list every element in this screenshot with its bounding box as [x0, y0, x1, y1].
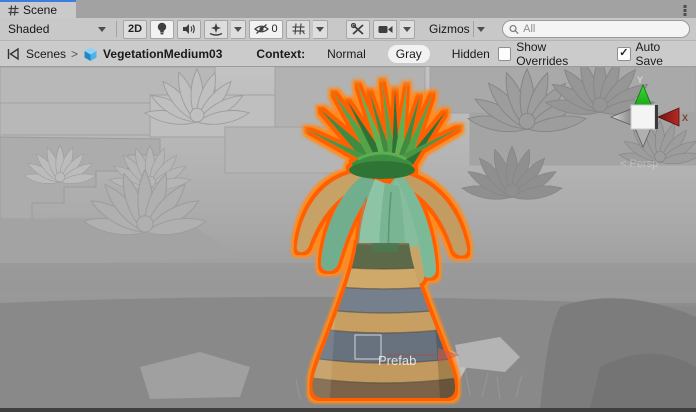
- gizmos-label: Gizmos: [429, 22, 470, 36]
- grid-icon: [292, 23, 305, 35]
- effects-dropdown-button[interactable]: [231, 20, 246, 39]
- scene-panel: Scene Shaded 2D: [0, 0, 696, 412]
- draw-mode-label: Shaded: [8, 22, 49, 36]
- chevron-down-icon: [477, 27, 485, 32]
- breadcrumb-current[interactable]: VegetationMedium03: [103, 47, 222, 61]
- breadcrumb: Scenes > VegetationMedium03: [6, 46, 222, 62]
- show-overrides-toggle[interactable]: Show Overrides: [498, 40, 597, 68]
- hidden-objects-button[interactable]: 0: [249, 20, 283, 39]
- lightbulb-icon: [156, 22, 168, 36]
- context-option-hidden[interactable]: Hidden: [444, 45, 498, 63]
- tab-scene-label: Scene: [23, 3, 57, 17]
- draw-mode-dropdown[interactable]: Shaded: [6, 22, 110, 36]
- gizmo-y-label[interactable]: Y: [637, 75, 643, 85]
- camera-icon: [378, 24, 393, 35]
- hidden-objects-count: 0: [271, 23, 277, 35]
- audio-toggle-button[interactable]: [177, 20, 201, 39]
- tools-icon: [351, 23, 365, 36]
- 2d-toggle-button[interactable]: 2D: [123, 20, 147, 39]
- 2d-toggle-label: 2D: [128, 23, 142, 35]
- lighting-toggle-button[interactable]: [150, 20, 174, 39]
- scene-toolbar: Shaded 2D: [0, 18, 696, 41]
- effects-toggle-button[interactable]: [204, 20, 228, 39]
- gizmo-x-label[interactable]: X: [682, 113, 688, 123]
- show-overrides-checkbox[interactable]: [498, 47, 511, 61]
- eye-slash-icon: [254, 23, 269, 35]
- grid-visibility-button[interactable]: [286, 20, 310, 39]
- toolbar-divider: [473, 21, 474, 37]
- camera-dropdown-button[interactable]: [400, 20, 415, 39]
- prefab-context-bar: Scenes > VegetationMedium03 Context: Nor…: [0, 41, 696, 67]
- breadcrumb-root[interactable]: Scenes: [26, 47, 66, 61]
- chevron-down-icon: [403, 27, 411, 32]
- breadcrumb-separator: >: [71, 47, 78, 61]
- context-label: Context:: [256, 47, 305, 61]
- context-option-gray[interactable]: Gray: [388, 45, 430, 63]
- grid-dropdown-button[interactable]: [313, 20, 328, 39]
- tab-scene[interactable]: Scene: [0, 0, 76, 18]
- chevron-down-icon: [316, 27, 324, 32]
- scene-search-field[interactable]: [502, 20, 690, 38]
- chevron-down-icon: [98, 27, 106, 32]
- perspective-label[interactable]: < Persp: [620, 158, 658, 170]
- camera-settings-button[interactable]: [373, 20, 397, 39]
- auto-save-checkbox[interactable]: ✓: [617, 47, 630, 61]
- window-bottom-edge: [0, 408, 696, 412]
- tab-bar: Scene: [0, 0, 696, 18]
- context-option-normal[interactable]: Normal: [319, 45, 374, 63]
- auto-save-label: Auto Save: [636, 40, 688, 68]
- scene-grid-icon: [8, 5, 19, 16]
- component-tools-button[interactable]: [346, 20, 370, 39]
- kebab-menu-icon: [683, 4, 687, 17]
- scene-viewport-canvas: Prefab < Persp Y X: [0, 67, 696, 408]
- toolbar-divider: [116, 21, 117, 37]
- prefab-label: Prefab: [378, 353, 416, 368]
- search-icon: [509, 24, 519, 35]
- auto-save-toggle[interactable]: ✓ Auto Save: [617, 40, 688, 68]
- search-input[interactable]: [523, 23, 683, 35]
- panel-menu-button[interactable]: [679, 3, 691, 17]
- scene-viewport[interactable]: Prefab < Persp Y X: [0, 67, 696, 408]
- show-overrides-label: Show Overrides: [516, 40, 597, 68]
- effects-icon: [209, 23, 223, 36]
- audio-icon: [182, 23, 196, 35]
- gizmo-cube[interactable]: [631, 105, 655, 129]
- chevron-down-icon: [234, 27, 242, 32]
- gizmos-dropdown[interactable]: Gizmos: [429, 21, 485, 37]
- prefab-cube-icon: [83, 46, 98, 62]
- back-arrow-icon[interactable]: [6, 47, 21, 61]
